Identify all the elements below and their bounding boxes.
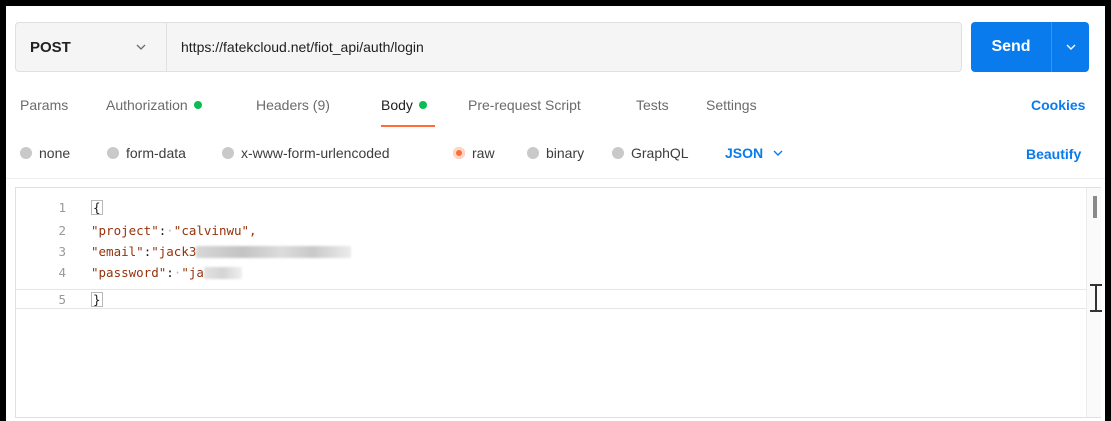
line-number: 5 [58, 291, 66, 307]
radio-binary[interactable]: binary [527, 145, 584, 161]
chevron-down-icon [136, 44, 146, 50]
tab-authorization[interactable]: Authorization [106, 95, 202, 115]
chevron-down-icon [773, 150, 783, 156]
radio-icon [222, 147, 234, 159]
code-line: 2 "project":·"calvinwu", [16, 221, 1086, 239]
text-cursor-icon [1090, 284, 1102, 312]
window-frame-right [1105, 0, 1111, 421]
url-text: https://fatekcloud.net/fiot_api/auth/log… [181, 39, 424, 55]
radio-none[interactable]: none [20, 145, 70, 161]
redacted-blur [196, 246, 352, 258]
status-dot [193, 101, 202, 109]
tab-pre-request-script[interactable]: Pre-request Script [468, 95, 581, 115]
line-number: 4 [58, 264, 66, 280]
radio-x-www-form-urlencoded[interactable]: x-www-form-urlencoded [222, 145, 390, 161]
window-frame-left [0, 0, 6, 421]
url-input[interactable]: https://fatekcloud.net/fiot_api/auth/log… [166, 22, 962, 72]
code-line: 3 "email":"jack3 [16, 242, 1086, 260]
beautify-link[interactable]: Beautify [1026, 146, 1081, 162]
json-value: "jack3 [151, 243, 197, 259]
json-key: "project" [91, 222, 159, 238]
chevron-down-icon [1066, 44, 1075, 50]
radio-selected-icon [453, 147, 465, 159]
tab-settings[interactable]: Settings [706, 95, 757, 115]
active-tab-indicator [381, 125, 435, 127]
radio-graphql[interactable]: GraphQL [612, 145, 689, 161]
tab-headers[interactable]: Headers (9) [256, 95, 330, 115]
radio-icon [527, 147, 539, 159]
method-select[interactable]: POST [15, 22, 166, 72]
open-brace: { [91, 199, 103, 215]
json-key: "email" [91, 243, 144, 259]
json-key: "password" [91, 264, 167, 280]
scrollbar-thumb[interactable] [1093, 196, 1097, 218]
json-value: "calvinwu", [173, 222, 257, 238]
json-value: "ja [181, 264, 204, 280]
tab-body[interactable]: Body [381, 95, 427, 115]
cookies-link[interactable]: Cookies [1031, 97, 1085, 113]
radio-icon [107, 147, 119, 159]
code-editor[interactable]: 1 { 2 "project":·"calvinwu", 3 "email":"… [15, 187, 1102, 418]
send-options-button[interactable] [1052, 44, 1089, 50]
format-select[interactable]: JSON [725, 145, 783, 161]
line-number: 1 [58, 199, 66, 215]
method-label: POST [30, 38, 71, 56]
radio-form-data[interactable]: form-data [107, 145, 186, 161]
status-dot [418, 101, 427, 109]
line-number: 3 [58, 243, 66, 259]
tab-tests[interactable]: Tests [636, 95, 669, 115]
tab-params[interactable]: Params [20, 95, 68, 115]
line-number: 2 [58, 222, 66, 238]
code-line: 1 { [16, 198, 1086, 216]
code-line: 4 "password":·"ja [16, 263, 1086, 281]
code-line: 5 } [16, 290, 1086, 308]
radio-raw[interactable]: raw [453, 145, 495, 161]
send-button[interactable]: Send [971, 22, 1089, 72]
radio-icon [20, 147, 32, 159]
close-brace: } [91, 291, 103, 307]
radio-icon [612, 147, 624, 159]
divider [6, 178, 1105, 179]
send-label: Send [991, 38, 1031, 55]
window-frame-top [0, 0, 1111, 6]
redacted-blur [203, 267, 242, 279]
